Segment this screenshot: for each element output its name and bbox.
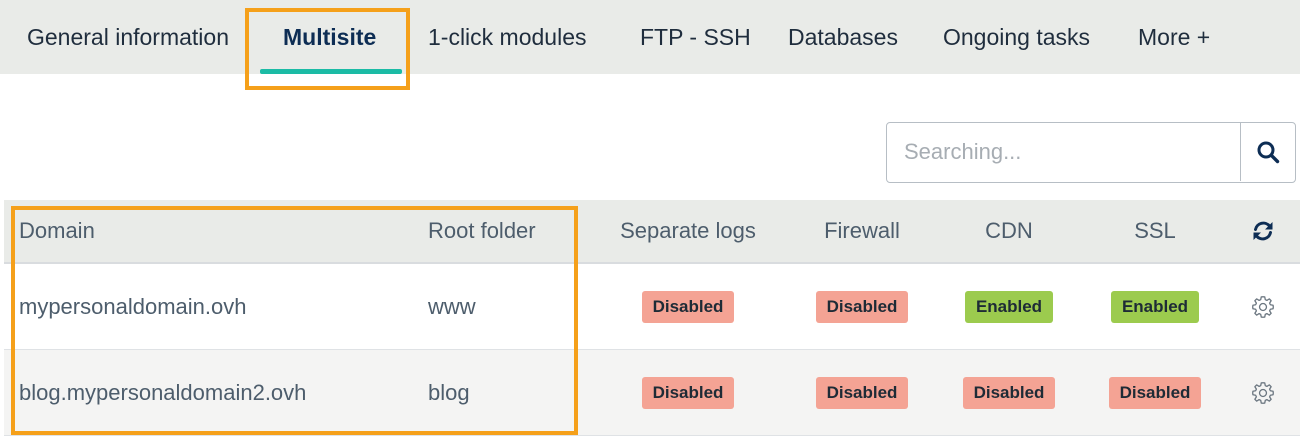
tab-ongoing-tasks[interactable]: Ongoing tasks (943, 0, 1090, 74)
tab-general-information[interactable]: General information (27, 0, 229, 74)
tab-bar: General information Multisite 1-click mo… (0, 0, 1300, 74)
status-badge: Disabled (641, 377, 735, 409)
column-header-ssl: SSL (1134, 218, 1176, 243)
status-badge: Disabled (815, 377, 909, 409)
tab-multisite[interactable]: Multisite (283, 0, 376, 74)
table-row: blog.mypersonaldomain2.ovh blog Disabled… (4, 350, 1300, 436)
row-settings-button[interactable] (1243, 350, 1283, 436)
tab-ftp-ssh[interactable]: FTP - SSH (640, 0, 751, 74)
separate-logs-cell: Disabled (598, 264, 778, 350)
search-icon (1257, 141, 1280, 164)
status-badge: Disabled (962, 377, 1056, 409)
active-tab-indicator (260, 69, 402, 74)
column-header-domain: Domain (19, 218, 95, 243)
status-badge: Enabled (964, 291, 1054, 323)
row-settings-button[interactable] (1243, 264, 1283, 350)
tab-1-click-modules[interactable]: 1-click modules (428, 0, 587, 74)
search-box (886, 122, 1296, 183)
search-button[interactable] (1240, 123, 1295, 181)
root-folder-cell: blog (428, 380, 470, 405)
table-row: mypersonaldomain.ovh www Disabled Disabl… (4, 264, 1300, 350)
domain-cell: mypersonaldomain.ovh (19, 294, 247, 319)
refresh-button[interactable] (1243, 200, 1283, 262)
ssl-cell: Enabled (1065, 264, 1245, 350)
root-folder-cell: www (428, 294, 476, 319)
tab-more[interactable]: More + (1138, 0, 1210, 74)
domain-cell: blog.mypersonaldomain2.ovh (19, 380, 307, 405)
status-badge: Disabled (815, 291, 909, 323)
ssl-cell: Disabled (1065, 350, 1245, 436)
search-input[interactable] (887, 123, 1241, 181)
gear-icon (1252, 382, 1274, 404)
column-header-separate-logs: Separate logs (620, 218, 756, 243)
status-badge: Disabled (1108, 377, 1202, 409)
gear-icon (1252, 296, 1274, 318)
refresh-icon (1253, 221, 1273, 241)
table-header: Domain Root folder Separate logs Firewal… (4, 200, 1300, 264)
column-header-root-folder: Root folder (428, 218, 536, 243)
status-badge: Enabled (1110, 291, 1200, 323)
tab-databases[interactable]: Databases (788, 0, 898, 74)
separate-logs-cell: Disabled (598, 350, 778, 436)
status-badge: Disabled (641, 291, 735, 323)
